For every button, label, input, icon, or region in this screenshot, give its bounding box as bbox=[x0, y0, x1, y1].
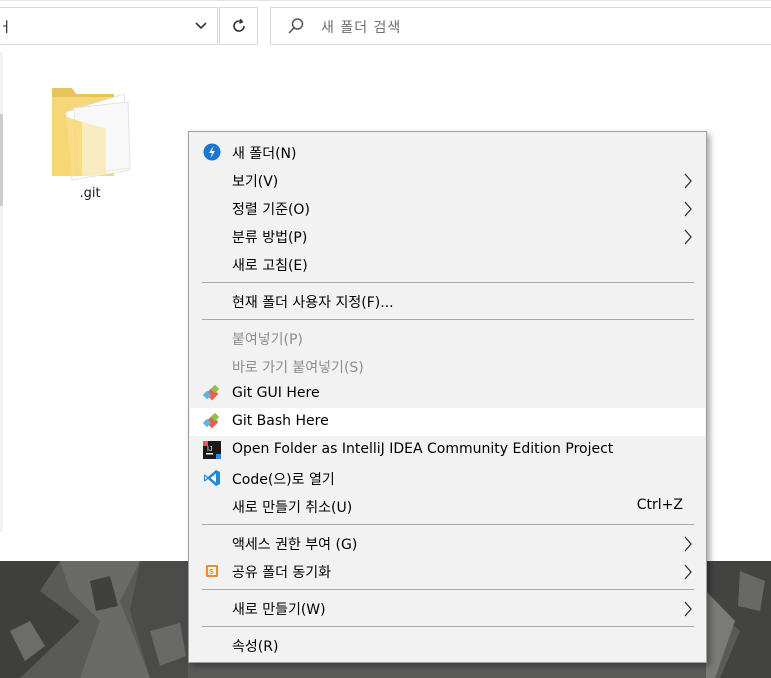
menu-separator bbox=[202, 282, 694, 283]
submenu-arrow-icon bbox=[684, 564, 692, 580]
svg-text:IJ: IJ bbox=[207, 446, 212, 453]
menu-item-shortcut: Ctrl+Z bbox=[636, 497, 683, 513]
menu-item-label: Git GUI Here bbox=[232, 385, 320, 401]
menu-item-refresh[interactable]: 새로 고침(E) bbox=[190, 250, 705, 278]
new-folder-shortcut-icon bbox=[203, 143, 221, 161]
refresh-icon bbox=[232, 18, 245, 32]
search-box[interactable]: 새 폴더 검색 bbox=[270, 7, 771, 45]
menu-item-label: 새로 만들기(W) bbox=[232, 602, 326, 618]
menu-item-paste-shortcut: 바로 가기 붙여넣기(S) bbox=[190, 352, 705, 380]
navigation-scrollbar[interactable] bbox=[0, 114, 3, 206]
address-bar[interactable]: ㅓ bbox=[0, 7, 218, 45]
menu-item-git-gui-here[interactable]: Git GUI Here bbox=[190, 380, 705, 408]
menu-item-label: 공유 폴더 동기화 bbox=[232, 565, 332, 581]
submenu-arrow-icon bbox=[684, 201, 692, 217]
intellij-icon: IJ bbox=[203, 441, 221, 459]
menu-item-label: Git Bash Here bbox=[232, 413, 329, 429]
folder-item-git[interactable]: .git bbox=[44, 72, 136, 212]
menu-item-new[interactable]: 새로 만들기(W) bbox=[190, 594, 705, 622]
menu-item-label: 새 폴더(N) bbox=[232, 146, 297, 162]
explorer-toolbar: ㅓ 새 폴더 검색 bbox=[0, 0, 771, 52]
git-icon bbox=[203, 385, 220, 401]
chevron-down-icon bbox=[195, 22, 207, 30]
menu-item-label: 속성(R) bbox=[232, 639, 279, 655]
menu-item-label: 바로 가기 붙여넣기(S) bbox=[232, 360, 364, 376]
menu-separator bbox=[202, 589, 694, 590]
submenu-arrow-icon bbox=[684, 536, 692, 552]
submenu-arrow-icon bbox=[684, 601, 692, 617]
menu-item-label: 새로 고침(E) bbox=[232, 258, 308, 274]
menu-item-label: 새로 만들기 취소(U) bbox=[232, 500, 353, 516]
folder-icon bbox=[52, 88, 131, 181]
git-icon bbox=[203, 413, 220, 429]
menu-item-label: Open Folder as IntelliJ IDEA Community E… bbox=[232, 441, 614, 457]
menu-item-give-access[interactable]: 액세스 권한 부여 (G) bbox=[190, 529, 705, 557]
menu-separator bbox=[202, 319, 694, 320]
folder-name: .git bbox=[79, 186, 101, 201]
toolbar-top-border bbox=[0, 0, 771, 1]
menu-item-view[interactable]: 보기(V) bbox=[190, 166, 705, 194]
submenu-arrow-icon bbox=[684, 173, 692, 189]
menu-item-customize-folder[interactable]: 현재 폴더 사용자 지정(F)... bbox=[190, 287, 705, 315]
menu-separator bbox=[202, 524, 694, 525]
menu-item-label: 현재 폴더 사용자 지정(F)... bbox=[232, 295, 394, 311]
search-icon bbox=[288, 18, 304, 34]
menu-item-label: 정렬 기준(O) bbox=[232, 202, 310, 218]
menu-item-sort-by[interactable]: 정렬 기준(O) bbox=[190, 194, 705, 222]
submenu-arrow-icon bbox=[684, 229, 692, 245]
refresh-button[interactable] bbox=[219, 7, 258, 45]
vscode-icon bbox=[204, 470, 220, 486]
menu-item-open-with-code[interactable]: Code(으)로 열기 bbox=[190, 464, 705, 492]
menu-item-label: 분류 방법(P) bbox=[232, 230, 308, 246]
address-history-button[interactable] bbox=[185, 8, 217, 44]
menu-item-label: 액세스 권한 부여 (G) bbox=[232, 537, 358, 553]
menu-item-label: Code(으)로 열기 bbox=[232, 472, 335, 488]
address-bar-text: ㅓ bbox=[0, 20, 12, 36]
search-placeholder: 새 폴더 검색 bbox=[321, 20, 402, 36]
menu-item-git-bash-here[interactable]: Git Bash Here bbox=[190, 408, 705, 436]
menu-item-label: 보기(V) bbox=[232, 174, 279, 190]
menu-separator bbox=[202, 626, 694, 627]
menu-item-open-intellij[interactable]: IJ Open Folder as IntelliJ IDEA Communit… bbox=[190, 436, 705, 464]
menu-item-new-folder[interactable]: 새 폴더(N) bbox=[190, 138, 705, 166]
menu-item-paste: 붙여넣기(P) bbox=[190, 324, 705, 352]
context-menu: 새 폴더(N) 보기(V) 정렬 기준(O) 분류 방법(P) 새로 고침(E)… bbox=[188, 131, 707, 663]
sync-share-icon: S bbox=[206, 565, 218, 577]
menu-item-properties[interactable]: 속성(R) bbox=[190, 631, 705, 659]
menu-item-group-by[interactable]: 분류 방법(P) bbox=[190, 222, 705, 250]
menu-item-label: 붙여넣기(P) bbox=[232, 332, 303, 348]
menu-item-undo-new[interactable]: 새로 만들기 취소(U) Ctrl+Z bbox=[190, 492, 705, 520]
menu-item-shared-folder-sync[interactable]: S 공유 폴더 동기화 bbox=[190, 557, 705, 585]
svg-text:S: S bbox=[209, 569, 214, 576]
